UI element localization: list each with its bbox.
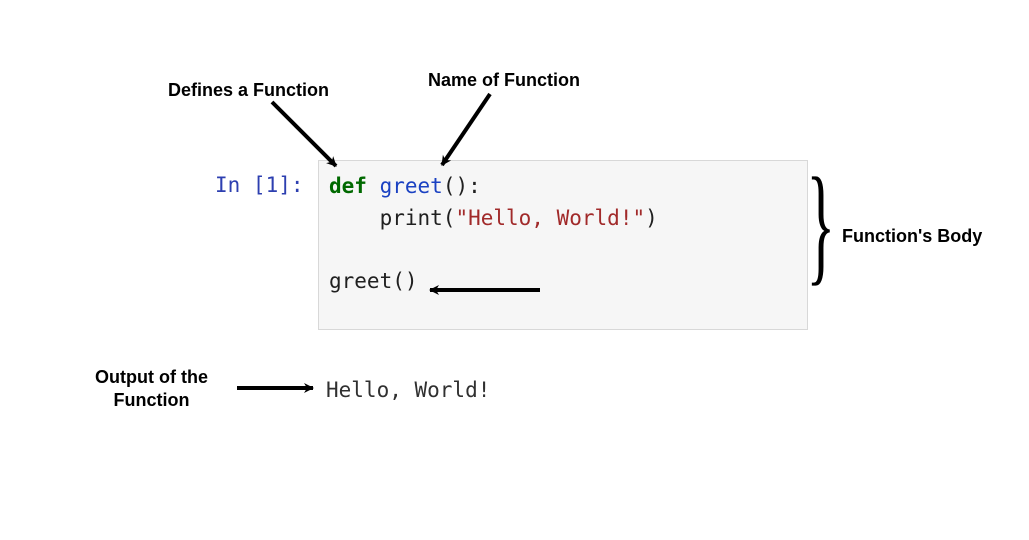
brace-icon: } — [806, 158, 835, 290]
print-call: print — [380, 206, 443, 230]
label-name-of-function: Name of Function — [428, 69, 580, 92]
cell-prompt: In [1]: — [215, 173, 304, 197]
string-literal: "Hello, World!" — [455, 206, 645, 230]
label-output-of-function: Output of the Function — [95, 366, 208, 413]
function-name: greet — [380, 174, 443, 198]
greet-call: greet — [329, 269, 392, 293]
cell-output: Hello, World! — [326, 378, 490, 402]
def-parens: (): — [443, 174, 481, 198]
open-paren: ( — [443, 206, 456, 230]
code-line-1: def greet(): — [329, 171, 807, 203]
close-paren: ) — [645, 206, 658, 230]
code-line-2: print("Hello, World!") — [329, 203, 807, 235]
code-cell[interactable]: def greet(): print("Hello, World!") gree… — [318, 160, 808, 330]
call-parens: () — [392, 269, 417, 293]
label-defines-function: Defines a Function — [168, 79, 329, 102]
code-line-3 — [329, 234, 807, 266]
code-line-4: greet() — [329, 266, 807, 298]
keyword-def: def — [329, 174, 367, 198]
label-functions-body: Function's Body — [842, 225, 982, 248]
